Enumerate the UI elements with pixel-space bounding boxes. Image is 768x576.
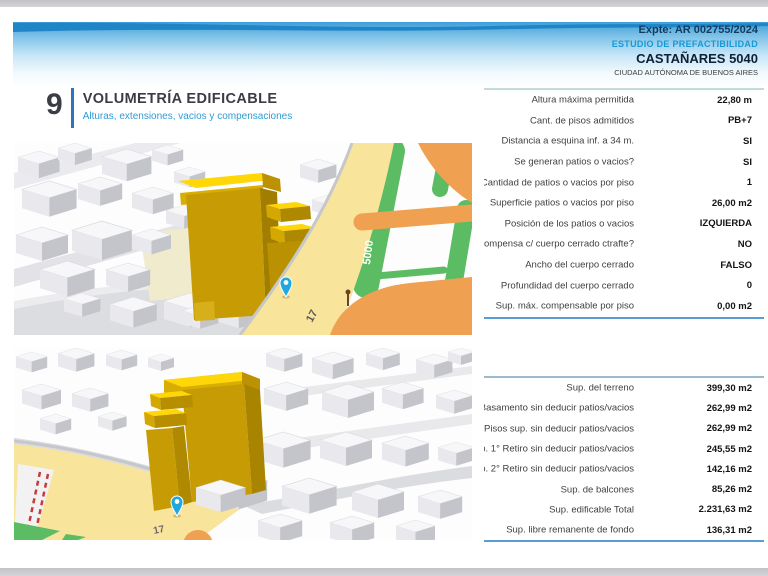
table-row: Se generan patios o vacios?SI [484, 152, 764, 173]
row-value: IZQUIERDA [634, 218, 764, 229]
table-row: up. Pisos sup. sin deducir patios/vacios… [484, 419, 764, 439]
row-label: Cant. de pisos admitidos [530, 115, 634, 126]
row-value: 262,99 m2 [634, 403, 764, 414]
row-label: Sup. 1° Retiro sin deducir patios/vacios [484, 444, 634, 455]
table-row: Posición de los patios o vaciosIZQUIERDA [484, 214, 764, 235]
row-value: SI [634, 136, 764, 147]
row-label: Sup. máx. compensable por piso [496, 301, 634, 312]
row-label: Sup. 2° Retiro sin deducir patios/vacios [484, 464, 634, 475]
axonometric-render-top: 5000 17 [14, 143, 472, 335]
axonometric-render-bottom: 17 [14, 348, 472, 540]
row-label: Sup. del terreno [566, 383, 634, 394]
table-row: Sup. 2° Retiro sin deducir patios/vacios… [484, 459, 764, 479]
row-label: Sup. libre remanente de fondo [506, 525, 634, 536]
row-label: Se generan patios o vacios? [514, 157, 634, 168]
row-value: 26,00 m2 [634, 198, 764, 209]
section-number: 9 [46, 90, 63, 120]
project-title: CASTAÑARES 5040 [612, 52, 758, 65]
row-value: 22,80 m [634, 95, 764, 106]
row-label: Cantidad de patios o vacios por piso [484, 177, 634, 188]
row-value: 136,31 m2 [634, 525, 764, 536]
row-value: SI [634, 157, 764, 168]
row-value: 85,26 m2 [634, 484, 764, 495]
page-edge-top [0, 0, 768, 7]
table-row: Distancia a esquina inf. a 34 m.SI [484, 131, 764, 152]
row-value: 142,16 m2 [634, 464, 764, 475]
section-title: VOLUMETRÍA EDIFICABLE [83, 91, 293, 107]
row-value: 0,00 m2 [634, 301, 764, 312]
row-value: NO [634, 239, 764, 250]
row-label: Profundidad del cuerpo cerrado [501, 280, 634, 291]
file-number: Expte: AR 002755/2024 [612, 25, 758, 36]
table-row: Ancho del cuerpo cerradoFALSO [484, 255, 764, 276]
table-row: Superficie patios o vacios por piso26,00… [484, 193, 764, 214]
city-label: CIUDAD AUTÓNOMA DE BUENOS AIRES [612, 69, 758, 77]
row-value: 1 [634, 177, 764, 188]
table-row: Sup. libre remanente de fondo136,31 m2 [484, 520, 764, 540]
report-page: Expte: AR 002755/2024 ESTUDIO DE PREFACT… [0, 0, 768, 576]
table-row: Altura máxima permitida22,80 m [484, 90, 764, 111]
row-value: 245,55 m2 [634, 444, 764, 455]
row-label: Compensa c/ cuerpo cerrado ctrafte? [484, 239, 634, 250]
row-label: up. Pisos sup. sin deducir patios/vacios [484, 423, 634, 434]
table-row: Sup. 1° Retiro sin deducir patios/vacios… [484, 439, 764, 459]
section-subtitle: Alturas, extensiones, vacios y compensac… [83, 111, 293, 122]
row-label: Distancia a esquina inf. a 34 m. [501, 136, 634, 147]
row-label: Ancho del cuerpo cerrado [525, 260, 634, 271]
row-value: FALSO [634, 260, 764, 271]
row-value: 262,99 m2 [634, 423, 764, 434]
study-type: ESTUDIO DE PREFACTIBILIDAD [612, 40, 758, 49]
table-row: Sup. de balcones85,26 m2 [484, 479, 764, 499]
page-edge-bottom [0, 568, 768, 576]
header-text-block: Expte: AR 002755/2024 ESTUDIO DE PREFACT… [612, 25, 758, 77]
table-row: Compensa c/ cuerpo cerrado ctrafte?NO [484, 234, 764, 255]
zoning-parameters-table: Altura máxima permitida22,80 m Cant. de … [484, 88, 764, 319]
row-label: Superficie patios o vacios por piso [490, 198, 634, 209]
section-heading: 9 VOLUMETRÍA EDIFICABLE Alturas, extensi… [46, 88, 292, 128]
table-row: Cantidad de patios o vacios por piso1 [484, 172, 764, 193]
surface-summary-table: Sup. del terreno399,30 m2 up. Basamento … [484, 376, 764, 542]
row-value: 0 [634, 280, 764, 291]
row-value: 399,30 m2 [634, 383, 764, 394]
section-divider [71, 88, 74, 128]
table-row: Cant. de pisos admitidosPB+7 [484, 111, 764, 132]
row-label: Altura máxima permitida [532, 95, 634, 106]
table-row: Sup. edificable Total2.231,63 m2 [484, 500, 764, 520]
table-row: Sup. máx. compensable por piso0,00 m2 [484, 296, 764, 317]
row-value: 2.231,63 m2 [634, 504, 764, 515]
row-label: Sup. edificable Total [549, 504, 634, 515]
row-label: Posición de los patios o vacios [505, 218, 634, 229]
table-row: up. Basamento sin deducir patios/vacios2… [484, 398, 764, 418]
table-row: Profundidad del cuerpo cerrado0 [484, 275, 764, 296]
table-row: Sup. del terreno399,30 m2 [484, 378, 764, 398]
row-value: PB+7 [634, 115, 764, 126]
row-label: Sup. de balcones [561, 484, 634, 495]
row-label: up. Basamento sin deducir patios/vacios [484, 403, 634, 414]
